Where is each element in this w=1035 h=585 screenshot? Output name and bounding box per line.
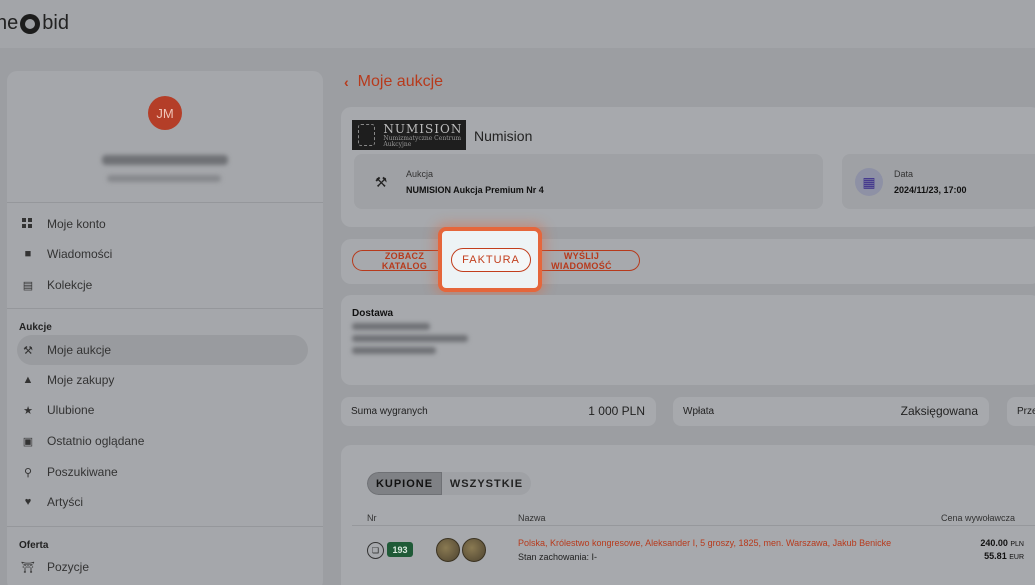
sidebar-item-label: Moje konto xyxy=(47,217,106,231)
blurred-address-line xyxy=(352,347,436,354)
chat-icon: ■ xyxy=(24,248,32,260)
collections-icon: ▤ xyxy=(22,279,34,292)
sidebar-item-ostatnio-ogladane[interactable]: ▣ Ostatnio oglądane xyxy=(7,426,323,456)
view-catalog-button[interactable]: ZOBACZ KATALOG xyxy=(352,250,448,271)
basket-icon: ▲ xyxy=(22,374,34,386)
star-icon: ★ xyxy=(23,404,33,417)
table-divider xyxy=(352,525,1035,526)
tab-kupione[interactable]: KUPIONE xyxy=(367,472,442,495)
sidebar-item-artysci[interactable]: ♥ Artyści xyxy=(7,487,323,517)
coin-obverse-image[interactable] xyxy=(436,538,460,562)
dashboard-icon xyxy=(22,218,34,230)
sidebar-section-oferta: Oferta xyxy=(19,540,49,551)
date-info-box: ▦ Data 2024/11/23, 17:00 xyxy=(842,154,1035,209)
price-pln-currency: PLN xyxy=(1010,541,1024,548)
sidebar-item-label: Moje aukcje xyxy=(47,343,112,357)
sidebar-item-label: Pozycje xyxy=(47,560,90,574)
logo-text: NUMISION xyxy=(383,121,463,136)
history-icon: ▣ xyxy=(22,435,34,448)
sidebar: JM Moje konto ■ Wiadomości ▤ Kolekcje Au… xyxy=(7,71,323,585)
blurred-user-name xyxy=(102,155,228,165)
summary-label: Wpłata xyxy=(683,406,715,417)
price-pln: 240.00 PLN xyxy=(980,538,1024,548)
column-header-name: Nazwa xyxy=(518,513,546,523)
delivery-card: Dostawa xyxy=(341,295,1035,385)
summary-partial: Prze xyxy=(1007,397,1035,426)
sidebar-divider xyxy=(7,308,323,309)
sidebar-section-aukcje: Aukcje xyxy=(19,322,52,333)
chevron-left-icon: ‹ xyxy=(344,74,349,90)
auction-label: Aukcja xyxy=(406,169,434,179)
sidebar-item-wiadomosci[interactable]: ■ Wiadomości xyxy=(7,239,323,269)
sidebar-item-label: Kolekcje xyxy=(47,278,93,292)
auction-house-name[interactable]: Numision xyxy=(474,128,532,144)
date-value: 2024/11/23, 17:00 xyxy=(894,185,967,195)
bank-icon: ⛩ xyxy=(21,561,35,574)
logo-subtext: Numizmatyczne Centrum Aukcyjne xyxy=(383,134,462,148)
back-link[interactable]: ‹ Moje aukcje xyxy=(344,73,443,91)
sidebar-item-poszukiwane[interactable]: ⚲ Poszukiwane xyxy=(7,457,323,487)
sidebar-item-ulubione[interactable]: ★ Ulubione xyxy=(7,395,323,425)
price-pln-value: 240.00 xyxy=(980,538,1008,548)
search-icon: ⚲ xyxy=(23,466,33,479)
summary-total-wins: Suma wygranych 1 000 PLN xyxy=(341,397,656,426)
gavel-icon: ⚒ xyxy=(23,344,33,357)
summary-label: Prze xyxy=(1017,406,1035,417)
blurred-user-email xyxy=(107,175,221,182)
gavel-icon: ⚒ xyxy=(374,173,388,190)
column-header-price: Cena wywoławcza xyxy=(940,513,1015,523)
copy-icon: ❏ xyxy=(367,542,384,559)
price-eur-value: 55.81 xyxy=(984,551,1007,561)
calendar-icon: ▦ xyxy=(855,168,883,196)
lot-number-badge: 193 xyxy=(387,542,413,557)
back-link-label: Moje aukcje xyxy=(357,73,444,90)
sidebar-item-moje-zakupy[interactable]: ▲ Moje zakupy xyxy=(7,365,323,395)
sidebar-divider xyxy=(7,202,323,203)
logo-text-left: ne xyxy=(0,12,19,34)
summary-value: Zaksięgowana xyxy=(900,404,978,418)
top-bar: ne bid xyxy=(0,0,1035,48)
coin-reverse-image[interactable] xyxy=(462,538,486,562)
auction-value: NUMISION Aukcja Premium Nr 4 xyxy=(406,185,544,195)
delivery-title: Dostawa xyxy=(352,308,394,319)
summary-payment: Wpłata Zaksięgowana xyxy=(673,397,989,426)
summary-label: Suma wygranych xyxy=(351,406,428,417)
sidebar-item-label: Artyści xyxy=(47,495,83,509)
lot-condition: Stan zachowania: I- xyxy=(518,552,598,562)
price-eur: 55.81 EUR xyxy=(984,551,1024,561)
sidebar-item-label: Moje zakupy xyxy=(47,373,115,387)
logo-coin-icon xyxy=(20,13,41,34)
sidebar-item-pozycje[interactable]: ⛩ Pozycje xyxy=(7,552,323,582)
blurred-address-line xyxy=(352,323,430,330)
auction-header-card: NUMISION Numizmatyczne Centrum Aukcyjne … xyxy=(341,107,1035,227)
send-message-button[interactable]: WYŚLIJ WIADOMOŚĆ xyxy=(532,250,640,271)
logo-text-right: bid xyxy=(42,12,69,34)
lots-card: KUPIONE WSZYSTKIE Nr Nazwa Cena wywoławc… xyxy=(341,445,1035,585)
avatar[interactable]: JM xyxy=(148,96,182,130)
column-header-nr: Nr xyxy=(367,513,377,523)
invoice-button[interactable]: FAKTURA xyxy=(451,248,531,272)
sidebar-item-label: Wiadomości xyxy=(47,247,113,261)
price-eur-currency: EUR xyxy=(1009,554,1024,561)
logo-emblem-icon xyxy=(358,124,376,146)
date-label: Data xyxy=(894,169,914,179)
summary-value: 1 000 PLN xyxy=(588,404,645,418)
auction-info-box: ⚒ Aukcja NUMISION Aukcja Premium Nr 4 xyxy=(354,154,823,209)
auction-house-logo[interactable]: NUMISION Numizmatyczne Centrum Aukcyjne xyxy=(352,120,466,150)
site-logo[interactable]: ne bid xyxy=(0,12,69,35)
sidebar-item-label: Poszukiwane xyxy=(47,465,118,479)
sidebar-item-moje-aukcje[interactable]: ⚒ Moje aukcje xyxy=(17,335,308,365)
sidebar-item-kolekcje[interactable]: ▤ Kolekcje xyxy=(7,270,323,300)
tab-wszystkie[interactable]: WSZYSTKIE xyxy=(442,472,531,495)
sidebar-item-label: Ostatnio oglądane xyxy=(47,434,145,448)
sidebar-item-moje-konto[interactable]: Moje konto xyxy=(7,209,323,239)
heart-icon: ♥ xyxy=(24,496,32,508)
lot-name-link[interactable]: Polska, Królestwo kongresowe, Aleksander… xyxy=(518,538,891,548)
blurred-address-line xyxy=(352,335,468,342)
sidebar-divider xyxy=(7,526,323,527)
sidebar-item-label: Ulubione xyxy=(47,403,95,417)
lots-tabs: KUPIONE WSZYSTKIE xyxy=(367,472,531,495)
